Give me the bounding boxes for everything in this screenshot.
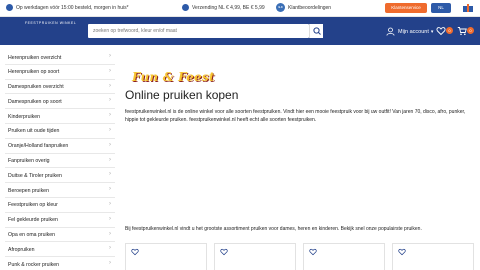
sidebar-item-label: Fanpruiken overig	[8, 158, 50, 165]
chevron-right-icon: ›	[109, 82, 111, 89]
chevron-right-icon: ›	[109, 126, 111, 133]
gift-icon[interactable]	[462, 3, 474, 13]
sidebar-item[interactable]: Beroepen pruiken ›	[5, 183, 115, 198]
customer-service-button[interactable]: Klantenservice	[385, 3, 427, 13]
customer-service-label: Klantenservice	[391, 5, 421, 10]
sidebar-item-label: Punk & rocker pruiken	[8, 261, 60, 268]
chevron-right-icon: ›	[109, 245, 111, 252]
assortment-text: Bij feestpruikenwinkel.nl vindt u het gr…	[125, 226, 422, 232]
product-card[interactable]	[214, 243, 296, 270]
sidebar-item[interactable]: Kinderpruiken ›	[5, 109, 115, 124]
chevron-right-icon: ›	[109, 97, 111, 104]
delivery-text: Op werkdagen vóór 15:00 besteld, morgen …	[16, 4, 129, 11]
sidebar-item-label: Feestpruiken op kleur	[8, 202, 58, 209]
sidebar-item[interactable]: Duitse & Tiroler pruiken ›	[5, 168, 115, 184]
sidebar-item[interactable]: Opa en oma pruiken ›	[5, 228, 115, 243]
shipping-text: Verzending NL € 4,99, BE € 5,99	[192, 4, 265, 11]
wishlist-heart-icon[interactable]	[309, 248, 317, 256]
chevron-right-icon: ›	[109, 230, 111, 237]
chevron-right-icon: ›	[109, 53, 111, 59]
chevron-down-icon: ▾	[430, 28, 434, 35]
search-input[interactable]: zoeken op trefwoord, kleur en/of maat	[88, 24, 309, 38]
kiyoh-score-badge: 9.0	[276, 3, 285, 12]
shipping-info: Verzending NL € 4,99, BE € 5,99	[182, 4, 265, 11]
sidebar-item-label: Pruiken uit oude tijden	[8, 128, 60, 135]
sidebar-item-label: Kinderpruiken	[8, 113, 41, 120]
sidebar-item-label: Opa en oma pruiken	[8, 232, 56, 239]
truck-icon	[6, 4, 13, 11]
delivery-info: Op werkdagen vóór 15:00 besteld, morgen …	[6, 4, 129, 11]
user-icon	[386, 27, 395, 36]
chevron-right-icon: ›	[109, 141, 111, 148]
sidebar-item-label: Damespruiken overzicht	[8, 84, 64, 91]
check-icon	[182, 4, 189, 11]
account-menu[interactable]: Mijn account ▾	[386, 27, 433, 36]
language-select[interactable]: NL	[431, 3, 451, 13]
chevron-right-icon: ›	[109, 200, 111, 207]
site-header: Fun & Feest FEESTPRUIKEN WINKEL zoeken o…	[0, 17, 480, 84]
sidebar-item[interactable]: Oranje/Holland fanpruiken ›	[5, 139, 115, 154]
site-logo[interactable]: Fun & Feest FEESTPRUIKEN WINKEL	[7, 21, 214, 84]
cart-icon[interactable]	[457, 26, 467, 36]
reviews-link[interactable]: 9.0 Klantbeoordelingen	[276, 3, 331, 12]
sidebar-item[interactable]: Pruiken uit oude tijden ›	[5, 124, 115, 139]
wishlist-heart-icon[interactable]	[398, 248, 406, 256]
chevron-right-icon: ›	[109, 67, 111, 74]
sidebar-item-label: Oranje/Holland fanpruiken	[8, 143, 69, 150]
sidebar-item[interactable]: Feestpruiken op kleur ›	[5, 198, 115, 213]
chevron-right-icon: ›	[109, 156, 111, 163]
account-label: Mijn account	[398, 28, 429, 35]
sidebar-item-label: Herenpruiken op soort	[8, 69, 60, 76]
sidebar-item-label: Herenpruiken overzicht	[8, 54, 62, 61]
chevron-right-icon: ›	[109, 112, 111, 119]
sidebar-item-label: Duitse & Tiroler pruiken	[8, 172, 62, 179]
wishlist-heart-icon[interactable]	[220, 248, 228, 256]
sidebar-item-label: Fel gekleurde pruiken	[8, 217, 58, 224]
logo-subtitle: FEESTPRUIKEN WINKEL	[25, 21, 77, 25]
chevron-right-icon: ›	[109, 260, 111, 267]
category-sidebar: Herenpruiken overzicht › Herenpruiken op …	[5, 50, 115, 270]
wishlist-count-badge: 0	[446, 27, 453, 34]
product-card[interactable]	[392, 243, 474, 270]
sidebar-item-label: Beroepen pruiken	[8, 187, 49, 194]
intro-text: feestpruikenwinkel.nl is de online winke…	[125, 109, 466, 123]
search-icon	[313, 27, 321, 35]
chevron-right-icon: ›	[109, 186, 111, 193]
sidebar-item-label: Afropruiken	[8, 246, 35, 253]
top-info-bar: Op werkdagen vóór 15:00 besteld, morgen …	[0, 0, 480, 17]
sidebar-item[interactable]: Herenpruiken overzicht ›	[5, 50, 115, 65]
wishlist-heart-icon[interactable]	[131, 248, 139, 256]
page-title: Online pruiken kopen	[125, 88, 239, 102]
reviews-text: Klantbeoordelingen	[288, 4, 332, 11]
sidebar-item-label: Damespruiken op soort	[8, 98, 62, 105]
chevron-right-icon: ›	[109, 215, 111, 222]
heart-icon[interactable]	[436, 26, 446, 36]
sidebar-item[interactable]: Afropruiken ›	[5, 242, 115, 258]
search-button[interactable]	[309, 24, 323, 38]
search-placeholder: zoeken op trefwoord, kleur en/of maat	[93, 28, 177, 34]
product-card[interactable]	[303, 243, 385, 270]
cart-count-badge: 0	[467, 27, 474, 34]
product-card[interactable]	[125, 243, 207, 270]
sidebar-item[interactable]: Damespruiken op soort ›	[5, 94, 115, 110]
logo-text: Fun & Feest	[132, 70, 215, 84]
sidebar-item[interactable]: Fanpruiken overig ›	[5, 154, 115, 169]
sidebar-item[interactable]: Fel gekleurde pruiken ›	[5, 213, 115, 228]
language-label: NL	[438, 5, 444, 10]
sidebar-item[interactable]: Damespruiken overzicht ›	[5, 80, 115, 95]
sidebar-item[interactable]: Punk & rocker pruiken ›	[5, 257, 115, 270]
chevron-right-icon: ›	[109, 171, 111, 178]
sidebar-item[interactable]: Herenpruiken op soort ›	[5, 65, 115, 80]
